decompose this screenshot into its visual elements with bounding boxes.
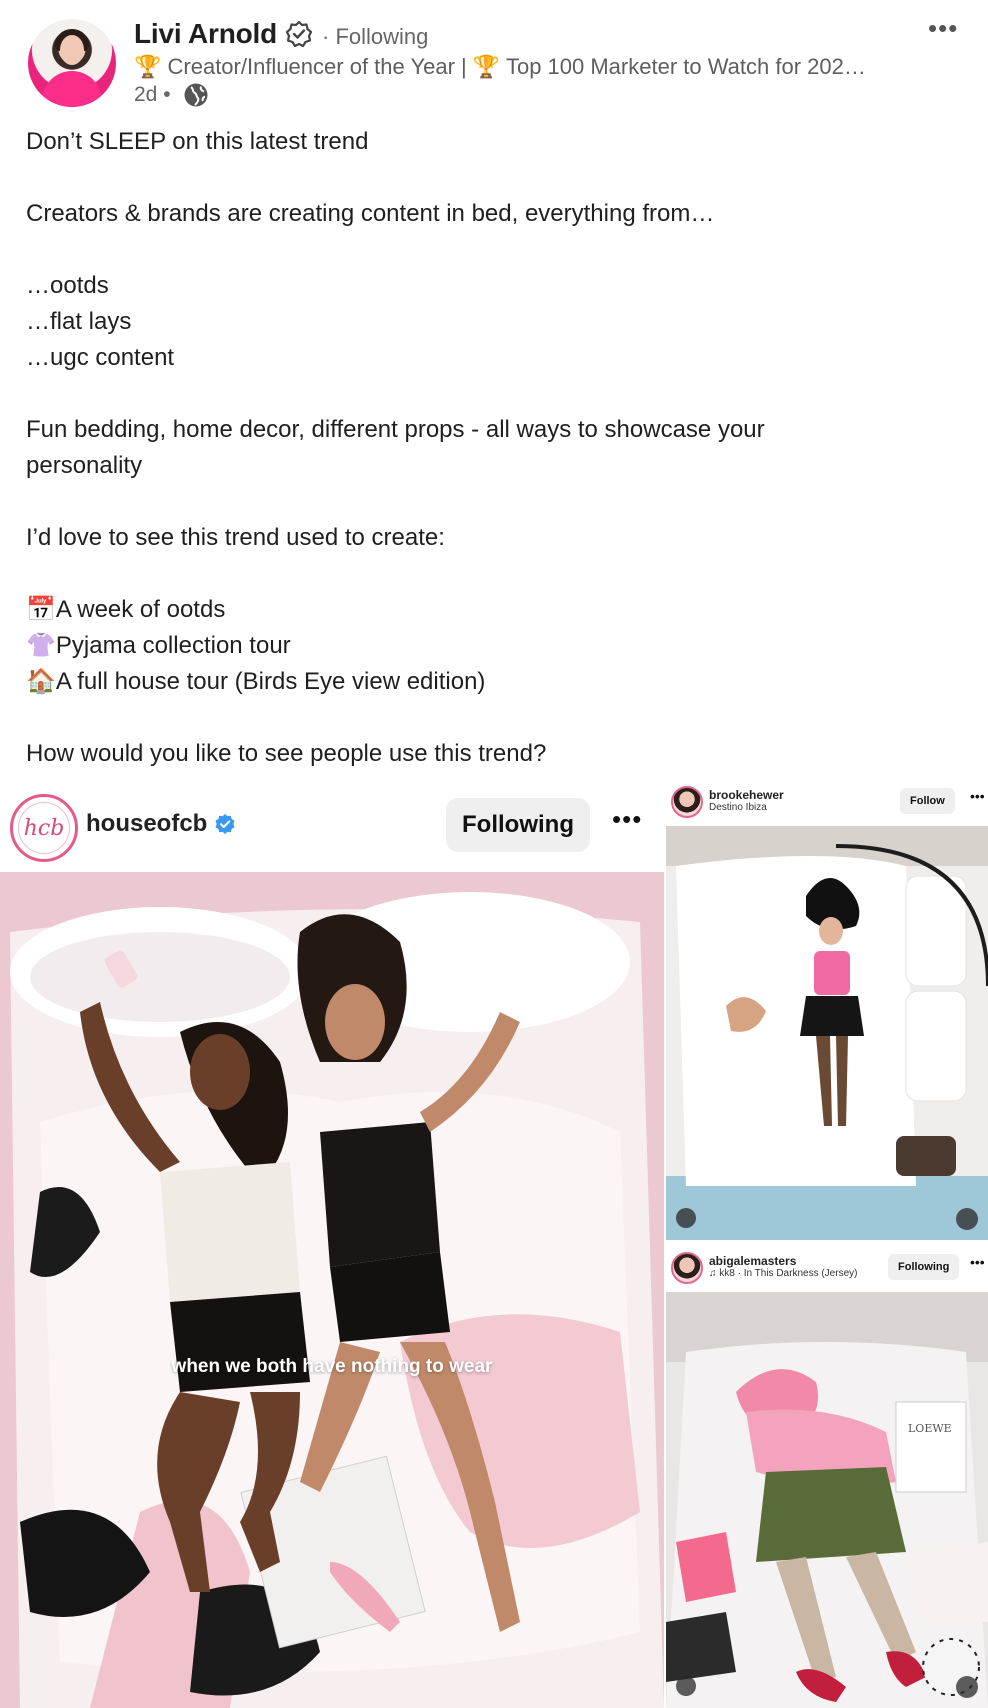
video-caption: when we both have nothing to wear — [171, 1356, 493, 1377]
post-text-line: 👚Pyjama collection tour — [26, 632, 291, 659]
verified-badge-icon — [215, 814, 235, 834]
right-media-column: brookehewer Destino Ibiza Follow ••• abi… — [666, 780, 988, 1708]
post-text-line: Fun bedding, home decor, different props… — [26, 416, 765, 443]
houseofcb-logo: hcb — [18, 802, 70, 854]
post-text-line: I’d love to see this trend used to creat… — [26, 524, 445, 551]
post-text-line: …flat lays — [26, 308, 132, 335]
embedded-post-houseofcb[interactable]: hcb houseofcb Following ••• when we both… — [0, 780, 664, 1708]
abigalemasters-video[interactable]: LOEWE — [666, 1292, 988, 1708]
post-text-line: personality — [26, 452, 143, 479]
verified-icon — [285, 20, 313, 48]
embedded-post-header: hcb houseofcb Following ••• — [0, 780, 664, 872]
brookehewer-video[interactable] — [666, 826, 988, 1240]
houseofcb-more-icon[interactable]: ••• — [612, 804, 642, 835]
author-name[interactable]: Livi Arnold — [134, 18, 277, 50]
bed-scene-illustration-2 — [666, 826, 988, 1240]
post-text-line: …ootds — [26, 272, 109, 299]
mute-icon[interactable] — [956, 1208, 978, 1230]
author-avatar[interactable] — [28, 19, 116, 107]
tagged-people-icon[interactable] — [676, 1208, 696, 1228]
author-headline: 🏆 Creator/Influencer of the Year | 🏆 Top… — [134, 54, 866, 79]
embedded-post-header-abigalemasters: abigalemasters ♫ kk8 · In This Darkness … — [666, 1246, 988, 1292]
following-status[interactable]: · Following — [322, 24, 428, 50]
tagged-people-icon-2[interactable] — [676, 1676, 696, 1696]
more-options-icon[interactable]: ••• — [928, 15, 972, 42]
abigalemasters-more-icon[interactable]: ••• — [970, 1254, 985, 1270]
post-text-line: …ugc content — [26, 344, 175, 371]
bed-scene-illustration-3: LOEWE — [666, 1292, 988, 1708]
brookehewer-username[interactable]: brookehewer — [709, 788, 784, 802]
brookehewer-avatar[interactable] — [671, 786, 703, 818]
post-text-line: Don’t SLEEP on this latest trend — [26, 128, 369, 155]
brookehewer-more-icon[interactable]: ••• — [970, 788, 985, 804]
post-text-line: Creators & brands are creating content i… — [26, 200, 715, 227]
abigalemasters-username[interactable]: abigalemasters — [709, 1254, 796, 1268]
abigalemasters-avatar[interactable] — [671, 1252, 703, 1284]
houseofcb-avatar[interactable]: hcb — [10, 794, 78, 862]
post-text-line: How would you like to see people use thi… — [26, 740, 547, 767]
post-text-line: 📅A week of ootds — [26, 596, 226, 623]
bed-scene-illustration — [0, 872, 664, 1708]
brookehewer-follow-button[interactable]: Follow — [900, 788, 955, 814]
post-media[interactable]: hcb houseofcb Following ••• when we both… — [0, 780, 988, 1708]
post-timestamp: 2d • — [134, 83, 171, 106]
houseofcb-following-button[interactable]: Following — [446, 798, 590, 852]
abigalemasters-following-button[interactable]: Following — [888, 1254, 960, 1280]
globe-icon — [184, 83, 208, 107]
houseofcb-username[interactable]: houseofcb — [86, 810, 207, 838]
post-text-line: 🏠A full house tour (Birds Eye view editi… — [26, 668, 486, 695]
loewe-box-text: LOEWE — [908, 1422, 952, 1435]
post-header: Livi Arnold · Following 🏆 Creator/Influe… — [0, 0, 988, 116]
mute-icon-2[interactable] — [956, 1676, 978, 1698]
brookehewer-audio: Destino Ibiza — [709, 802, 767, 813]
embedded-post-header-brookehewer: brookehewer Destino Ibiza Follow ••• — [666, 780, 988, 826]
houseofcb-photo[interactable]: when we both have nothing to wear — [0, 872, 664, 1708]
abigalemasters-audio: ♫ kk8 · In This Darkness (Jersey) — [709, 1268, 858, 1279]
post-text: Don’t SLEEP on this latest trend Creators… — [26, 124, 956, 772]
